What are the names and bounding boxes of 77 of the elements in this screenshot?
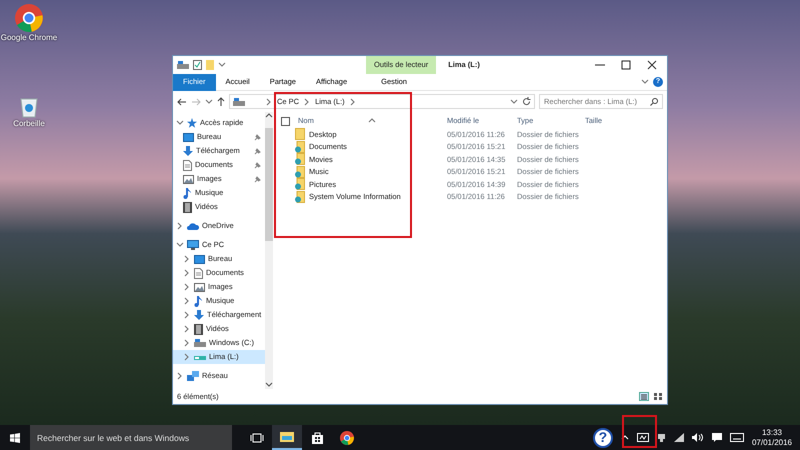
shared-folder-icon [295,190,305,203]
expand-icon[interactable] [176,222,184,230]
expand-icon[interactable] [183,297,191,305]
document-icon [183,160,192,170]
notification-icon[interactable] [712,432,722,442]
windows-logo-icon [10,432,20,442]
picture-icon [194,282,205,292]
drive-icon [194,339,206,347]
clock-date[interactable]: 07/01/2016 [752,438,792,448]
icon-label: Corbeille [13,118,45,130]
shared-folder-icon [295,140,305,153]
download-icon [194,310,204,320]
star-icon [187,118,197,128]
expand-icon[interactable] [183,269,191,277]
music-note-icon [194,296,203,306]
desktop-icon [194,254,205,264]
breadcrumb-separator-icon[interactable] [303,98,312,106]
properties-icon[interactable] [193,60,202,70]
scrollbar[interactable] [265,112,273,389]
keyboard-icon[interactable] [730,433,744,442]
expand-icon[interactable] [183,311,191,319]
expand-icon[interactable] [183,325,191,333]
network-icon [187,371,199,381]
film-icon [194,324,203,334]
folder-icon [280,431,294,442]
shared-folder-icon [295,178,305,190]
shortcut-label: Google Chrome [0,32,58,44]
refresh-icon[interactable] [522,97,531,106]
scroll-up-icon[interactable] [265,112,273,120]
expand-icon[interactable] [183,339,191,347]
shared-folder-icon [295,166,305,178]
film-icon [183,202,192,212]
breadcrumb-separator-icon[interactable] [348,98,357,106]
details-view-icon[interactable] [639,392,649,401]
expand-ribbon-icon[interactable] [641,78,649,86]
task-view-icon [250,432,264,442]
download-icon [183,146,193,156]
wifi-signal-icon[interactable] [674,433,684,442]
usb-drive-icon [194,353,206,361]
breadcrumb-separator-icon[interactable] [265,98,273,106]
shared-folder-icon [295,153,305,166]
search-icon[interactable] [650,98,658,106]
store-icon [312,432,322,444]
expand-icon[interactable] [183,353,191,361]
document-icon [194,268,203,278]
music-note-icon [183,188,192,198]
usb-eject-icon[interactable] [636,433,649,442]
expand-icon[interactable] [176,372,184,380]
address-dropdown-icon[interactable] [510,98,518,106]
drive-icon [233,98,245,106]
speaker-icon[interactable] [692,433,704,442]
folder-icon [295,128,305,140]
picture-icon [183,174,194,184]
scroll-down-icon[interactable] [265,381,273,389]
clock-time[interactable]: 13:33 [762,428,782,438]
chrome-icon [340,430,354,444]
network-adapter-icon[interactable] [656,432,666,442]
sort-icon[interactable] [368,117,376,125]
computer-icon [187,240,199,250]
back-arrow-icon[interactable] [177,98,187,106]
collapse-icon[interactable] [176,119,184,127]
cloud-icon [187,222,199,230]
taskbar-search-field[interactable]: Rechercher sur le web et dans Windows [30,425,232,450]
dropdown-caret-icon[interactable] [218,61,226,69]
up-arrow-icon[interactable] [217,96,225,106]
large-icons-view-icon[interactable] [653,392,663,401]
recent-locations-icon[interactable] [205,98,213,106]
taskbar-app[interactable] [272,425,302,450]
expand-icon[interactable] [183,283,191,291]
help-button[interactable]: ? [592,428,613,448]
desktop-icon [183,132,194,142]
expand-icon[interactable] [183,255,191,263]
chrome-icon [15,4,43,32]
drive-icon [177,61,189,69]
select-all-checkbox[interactable] [281,116,290,126]
collapse-icon[interactable] [176,241,184,249]
highlight-frame [622,415,657,448]
